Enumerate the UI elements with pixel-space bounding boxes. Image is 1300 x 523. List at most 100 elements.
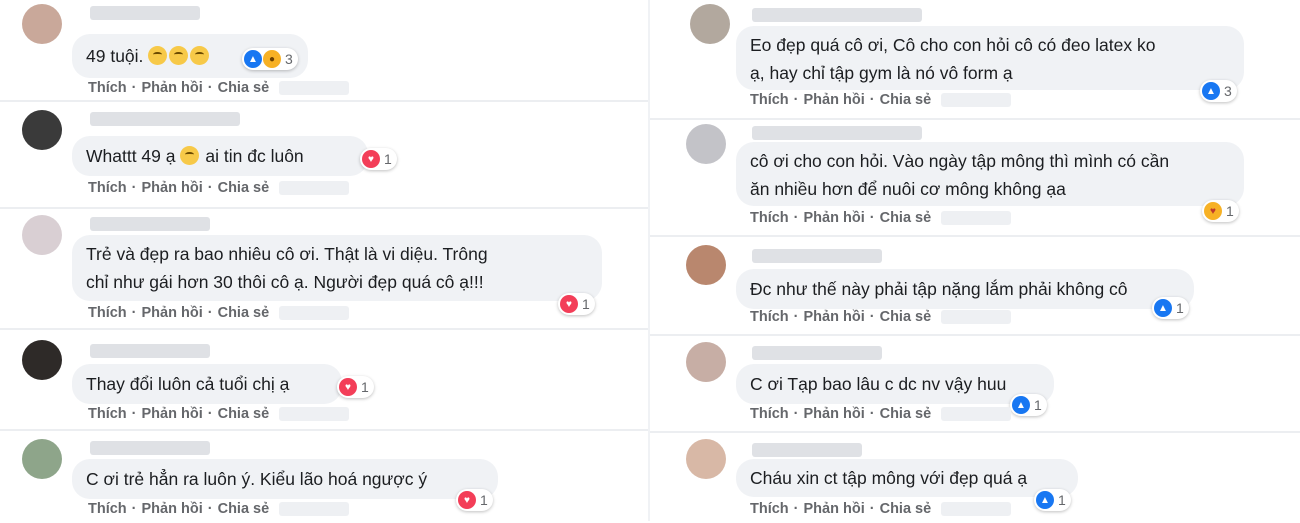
- commenter-avatar[interactable]: [690, 4, 730, 44]
- heart-icon: ♥: [339, 378, 357, 396]
- reaction-summary[interactable]: ♥ 1: [456, 489, 493, 511]
- comment-bubble: C ơi trẻ hẳn ra luôn ý. Kiểu lão hoá ngư…: [72, 459, 498, 499]
- reaction-count: 3: [285, 51, 293, 67]
- reply-link[interactable]: Phản hồi: [142, 406, 203, 422]
- like-link[interactable]: Thích: [750, 406, 789, 422]
- timestamp-redacted: [941, 407, 1012, 422]
- action-separator: ·: [869, 92, 875, 108]
- commenter-avatar[interactable]: [22, 439, 62, 479]
- reaction-count: 3: [1224, 83, 1232, 99]
- comment-panel: Cháu xin ct tập mông với đẹp quá ạ ▲ 1 Th…: [650, 431, 1300, 523]
- share-link[interactable]: Chia sẻ: [880, 406, 932, 422]
- reply-link[interactable]: Phản hồi: [142, 501, 203, 517]
- commenter-avatar[interactable]: [22, 4, 62, 44]
- reply-link[interactable]: Phản hồi: [804, 92, 865, 108]
- commenter-name-redacted: [752, 126, 922, 140]
- reply-link[interactable]: Phản hồi: [804, 406, 865, 422]
- reply-link[interactable]: Phản hồi: [142, 305, 203, 321]
- like-link[interactable]: Thích: [750, 501, 789, 517]
- reaction-summary[interactable]: ▲ 1: [1034, 489, 1071, 511]
- comment-actions: Thích · Phản hồi · Chia sẻ: [750, 309, 1012, 325]
- action-separator: ·: [131, 305, 137, 321]
- action-separator: ·: [131, 80, 137, 96]
- reaction-summary[interactable]: ▲ 3: [1200, 80, 1237, 102]
- share-link[interactable]: Chia sẻ: [880, 309, 932, 325]
- action-separator: ·: [793, 309, 799, 325]
- commenter-avatar[interactable]: [686, 245, 726, 285]
- action-separator: ·: [207, 406, 213, 422]
- commenter-avatar[interactable]: [686, 124, 726, 164]
- right-comment-column: Eo đẹp quá cô ơi, Cô cho con hỏi cô có đ…: [650, 0, 1300, 523]
- share-link[interactable]: Chia sẻ: [218, 501, 270, 517]
- share-link[interactable]: Chia sẻ: [218, 80, 270, 96]
- comment-actions: Thích · Phản hồi · Chia sẻ: [88, 305, 350, 321]
- like-link[interactable]: Thích: [750, 92, 789, 108]
- action-separator: ·: [869, 309, 875, 325]
- thumbs-up-icon: ▲: [1036, 491, 1054, 509]
- share-link[interactable]: Chia sẻ: [218, 305, 270, 321]
- comment-bubble: Cháu xin ct tập mông với đẹp quá ạ: [736, 459, 1078, 497]
- thumbs-up-icon: ▲: [1202, 82, 1220, 100]
- commenter-name-redacted: [90, 112, 240, 126]
- reply-link[interactable]: Phản hồi: [804, 501, 865, 517]
- commenter-name-redacted: [90, 6, 200, 20]
- comment-panel: Thay đổi luôn cả tuổi chị ạ ♥ 1 Thích · Phả…: [0, 328, 650, 430]
- commenter-avatar[interactable]: [22, 340, 62, 380]
- thumbs-up-icon: ▲: [1154, 299, 1172, 317]
- action-separator: ·: [793, 406, 799, 422]
- commenter-name-redacted: [90, 441, 210, 455]
- timestamp-redacted: [279, 81, 350, 96]
- crying-face-icon: [147, 46, 167, 65]
- comment-panel: Trẻ và đẹp ra bao nhiêu cô ơi. Thật là v…: [0, 207, 650, 329]
- action-separator: ·: [131, 180, 137, 196]
- commenter-avatar[interactable]: [686, 439, 726, 479]
- commenter-name-redacted: [752, 249, 882, 263]
- thumbs-up-icon: ▲: [244, 50, 262, 68]
- reaction-summary[interactable]: ♥ 1: [337, 376, 374, 398]
- action-separator: ·: [793, 92, 799, 108]
- reaction-summary[interactable]: ▲ ● 3: [242, 48, 298, 70]
- action-separator: ·: [207, 305, 213, 321]
- comment-actions: Thích · Phản hồi · Chia sẻ: [88, 180, 350, 196]
- comment-text: Whattt 49 ạ: [86, 146, 176, 166]
- like-link[interactable]: Thích: [88, 406, 127, 422]
- reply-link[interactable]: Phản hồi: [804, 210, 865, 226]
- comment-text: ai tin đc luôn: [205, 146, 304, 166]
- reply-link[interactable]: Phản hồi: [142, 80, 203, 96]
- reply-link[interactable]: Phản hồi: [804, 309, 865, 325]
- left-comment-column: 49 tuội. ▲ ● 3 Thích · Phản hồi · Chia sẻ What…: [0, 0, 650, 523]
- reaction-summary[interactable]: ▲ 1: [1152, 297, 1189, 319]
- share-link[interactable]: Chia sẻ: [880, 210, 932, 226]
- reaction-summary[interactable]: ▲ 1: [1010, 394, 1047, 416]
- like-link[interactable]: Thích: [88, 501, 127, 517]
- share-link[interactable]: Chia sẻ: [880, 92, 932, 108]
- commenter-name-redacted: [752, 346, 882, 360]
- comment-panel: Đc như thế này phải tập nặng lắm phải kh…: [650, 235, 1300, 335]
- reaction-summary[interactable]: ♥ 1: [1202, 200, 1239, 222]
- like-link[interactable]: Thích: [88, 305, 127, 321]
- like-link[interactable]: Thích: [750, 210, 789, 226]
- reaction-summary[interactable]: ♥ 1: [558, 293, 595, 315]
- action-separator: ·: [207, 501, 213, 517]
- reaction-summary[interactable]: ♥ 1: [360, 148, 397, 170]
- comment-actions: Thích · Phản hồi · Chia sẻ: [88, 406, 350, 422]
- comment-bubble: Thay đổi luôn cả tuổi chị ạ: [72, 364, 342, 404]
- share-link[interactable]: Chia sẻ: [218, 406, 270, 422]
- commenter-avatar[interactable]: [686, 342, 726, 382]
- share-link[interactable]: Chia sẻ: [218, 180, 270, 196]
- like-link[interactable]: Thích: [750, 309, 789, 325]
- thumbs-up-icon: ▲: [1012, 396, 1030, 414]
- commenter-avatar[interactable]: [22, 110, 62, 150]
- comment-panel: 49 tuội. ▲ ● 3 Thích · Phản hồi · Chia sẻ: [0, 0, 650, 99]
- like-link[interactable]: Thích: [88, 180, 127, 196]
- share-link[interactable]: Chia sẻ: [880, 501, 932, 517]
- comment-text: C ơi Tạp bao lâu c dc nv vậy huu: [750, 374, 1007, 394]
- timestamp-redacted: [941, 502, 1012, 517]
- commenter-avatar[interactable]: [22, 215, 62, 255]
- comment-panel: cô ơi cho con hỏi. Vào ngày tập mông thì…: [650, 118, 1300, 236]
- like-link[interactable]: Thích: [88, 80, 127, 96]
- action-separator: ·: [869, 501, 875, 517]
- reply-link[interactable]: Phản hồi: [142, 180, 203, 196]
- reaction-count: 1: [582, 296, 590, 312]
- action-separator: ·: [131, 406, 137, 422]
